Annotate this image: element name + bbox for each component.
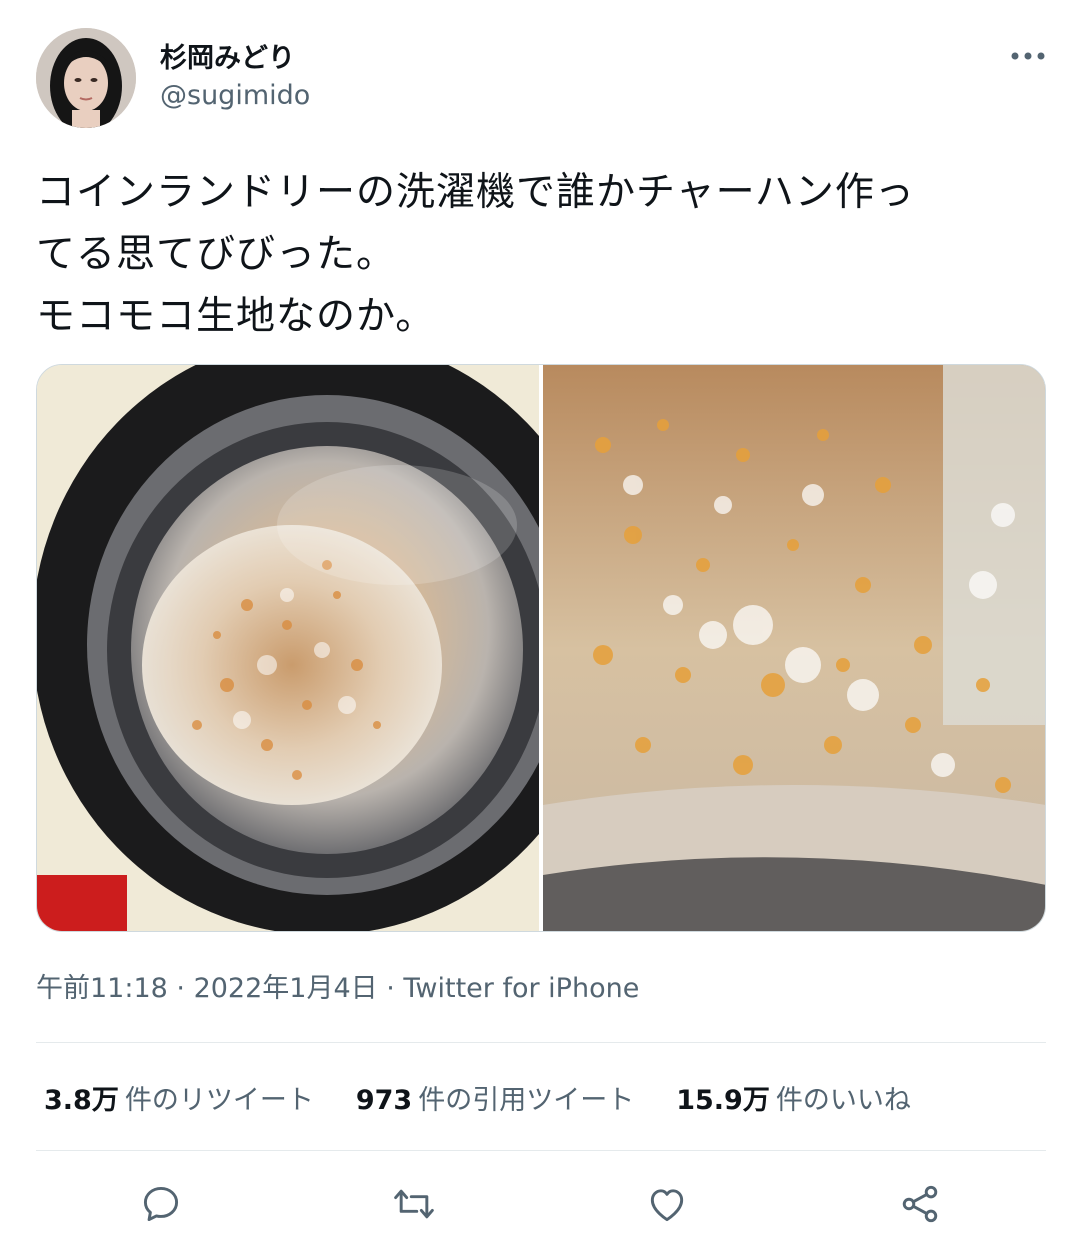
heart-icon [650,1189,684,1222]
media-photo-closeup[interactable] [543,365,1045,931]
more-options-button[interactable] [1004,40,1052,72]
retweet-button[interactable] [388,1178,440,1230]
meta-separator: · [377,973,404,1004]
stat-quotes-count: 973 [355,1084,413,1116]
divider-top [36,1042,1046,1043]
stat-likes-label: 件のいいね [775,1084,911,1116]
share-icon [902,1185,938,1223]
action-bar [0,1160,1080,1244]
avatar[interactable] [36,28,136,128]
share-button[interactable] [894,1178,946,1230]
stat-quotes-label: 件の引用ツイート [418,1084,635,1116]
stat-retweets-count: 3.8万 [44,1084,119,1116]
tweet-stats: 3.8万 件のリツイート 973 件の引用ツイート 15.9万 件のいいね [44,1072,911,1122]
avatar-photo [36,28,136,128]
tweet-meta: 午前11:18 · 2022年1月4日 · Twitter for iPhone [36,966,639,1005]
stat-likes-count: 15.9万 [676,1084,770,1116]
tweet-time[interactable]: 午前11:18 [36,973,168,1004]
retweet-icon [394,1189,434,1219]
like-button[interactable] [641,1178,693,1230]
tweet-text: コインランドリーの洗濯機で誰かチャーハン作っ てる思てびびった。 モコモコ生地な… [36,170,915,339]
closeup-photo [543,365,1045,931]
tweet-header: 杉岡みどり @sugimido [0,0,1080,150]
display-name[interactable]: 杉岡みどり [160,36,295,75]
washer-door-photo [37,365,539,931]
tweet-date[interactable]: 2022年1月4日 [194,973,378,1004]
user-handle[interactable]: @sugimido [160,80,310,111]
more-horizontal-icon [1011,52,1045,60]
tweet-media [36,364,1046,932]
tweet-source[interactable]: Twitter for iPhone [403,973,639,1004]
stat-retweets[interactable]: 3.8万 件のリツイート [44,1078,314,1117]
reply-button[interactable] [135,1178,187,1230]
stat-likes[interactable]: 15.9万 件のいいね [676,1078,911,1117]
stat-retweets-label: 件のリツイート [124,1084,314,1116]
stat-quote-tweets[interactable]: 973 件の引用ツイート [356,1078,634,1117]
divider-bottom [36,1150,1046,1151]
reply-bubble-icon [143,1186,179,1222]
media-photo-washer-door[interactable] [37,365,539,931]
meta-separator: · [167,973,194,1004]
